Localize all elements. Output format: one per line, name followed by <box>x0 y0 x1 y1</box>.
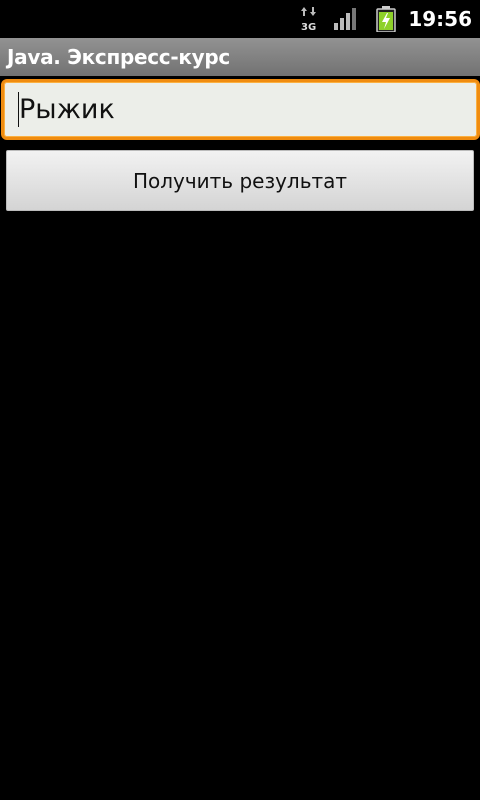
signal-strength-icon <box>334 8 357 30</box>
3g-data-icon: 3G <box>301 7 317 32</box>
network-label: 3G <box>301 22 316 32</box>
get-result-button-label: Получить результат <box>132 168 348 193</box>
status-bar: 3G 19:56 <box>0 0 480 38</box>
input-content[interactable]: Рыжик <box>18 82 115 137</box>
app-title: Java. Экспресс-курс <box>7 45 230 69</box>
status-clock: 19:56 <box>408 7 472 31</box>
battery-charging-icon <box>376 6 397 32</box>
input-value[interactable]: Рыжик <box>19 82 115 137</box>
get-result-button[interactable]: Получить результат <box>6 150 474 211</box>
title-bar: Java. Экспресс-курс <box>0 38 480 76</box>
name-input[interactable]: Рыжик <box>1 79 480 140</box>
status-icons: 3G 19:56 <box>300 0 472 38</box>
